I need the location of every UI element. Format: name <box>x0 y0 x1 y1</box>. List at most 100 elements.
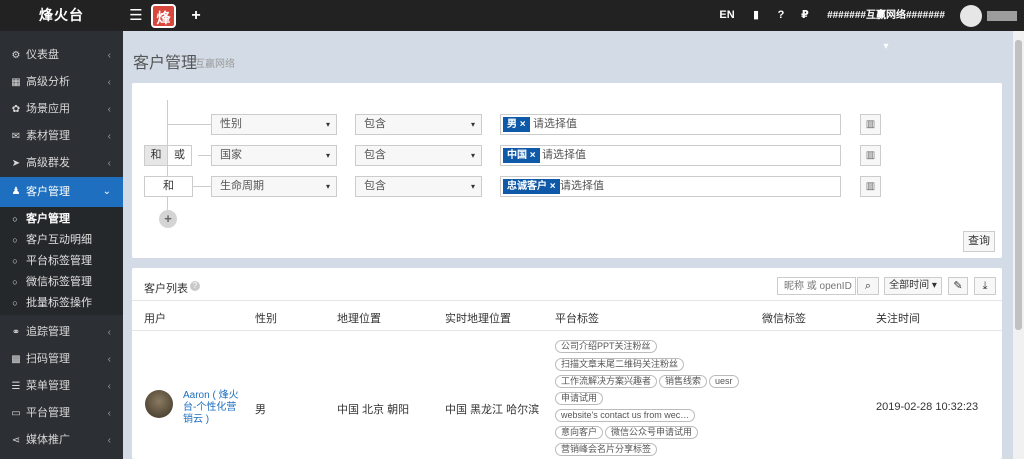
platform-tag[interactable]: 意向客户 <box>555 426 604 439</box>
field-select[interactable]: 性别 ▾ <box>211 114 337 135</box>
operator-select-value: 包含 <box>364 149 386 161</box>
sidebar-subitem-interactions[interactable]: ○ 客户互动明细 <box>0 230 123 251</box>
chevron-left-icon: ‹ <box>107 381 111 392</box>
question-icon[interactable]: ? <box>773 0 789 31</box>
sidebar-item-analytics[interactable]: ▦ 高级分析 ‹ <box>0 69 123 96</box>
platform-tag[interactable]: website's contact us from wec… <box>555 409 696 422</box>
sidebar-item-scenes[interactable]: ✿ 场景应用 ‹ <box>0 96 123 123</box>
sidebar-item-tracking[interactable]: ⚭ 追踪管理 ‹ <box>0 319 123 346</box>
trash-icon[interactable]: ▥ <box>860 145 881 166</box>
value-chip[interactable]: 中国 × <box>503 148 540 163</box>
value-chip[interactable]: 忠诚客户 × <box>503 179 560 194</box>
menu-icon[interactable]: ☰ <box>128 6 144 26</box>
platform-tag[interactable]: 公司介绍PPT关注粉丝 <box>555 340 657 353</box>
language-switch[interactable]: EN <box>716 0 738 31</box>
field-select[interactable]: 生命周期 ▾ <box>211 176 337 197</box>
sidebar-item-media[interactable]: ⋖ 媒体推广 ‹ <box>0 427 123 454</box>
value-tag-input[interactable]: 男 × 请选择值 <box>500 114 841 135</box>
ruble-icon[interactable]: ₽ <box>797 0 813 31</box>
sidebar-item-label: 高级群发 <box>26 157 70 169</box>
chevron-left-icon: ‹ <box>107 327 111 338</box>
sidebar-item-customers[interactable]: ♟ 客户管理 ⌄ <box>0 177 123 207</box>
trash-icon[interactable]: ▥ <box>860 176 881 197</box>
trash-icon[interactable]: ▥ <box>860 114 881 135</box>
sidebar-item-dashboard[interactable]: ⚙ 仪表盘 ‹ <box>0 42 123 69</box>
operator-select[interactable]: 包含 ▾ <box>355 176 482 197</box>
column-header-gender[interactable]: 性别 <box>255 310 277 326</box>
avatar-username-redacted[interactable] <box>987 11 1017 21</box>
scrollbar-thumb[interactable] <box>1015 40 1022 330</box>
platform-tag[interactable]: 申请试用 <box>555 392 604 405</box>
value-tag-input[interactable]: 忠诚客户 × 请选择值 <box>500 176 841 197</box>
column-header-geo[interactable]: 地理位置 <box>337 310 381 326</box>
column-header-platform-tags[interactable]: 平台标签 <box>555 310 599 326</box>
value-placeholder: 请选择值 <box>560 180 604 192</box>
sidebar-item-mass-send[interactable]: ➤ 高级群发 ‹ <box>0 150 123 177</box>
filter-connector-line <box>167 124 211 125</box>
chevron-left-icon: ‹ <box>107 408 111 419</box>
download-icon[interactable]: ⤓ <box>974 277 996 295</box>
user-name-link[interactable]: Aaron ( 烽火台-个性化营销云 ) <box>183 390 239 426</box>
avatar[interactable] <box>145 390 173 418</box>
platform-tag[interactable]: 营销峰会名片分享标签 <box>555 443 658 456</box>
sidebar-subitem-label: 客户管理 <box>26 213 70 225</box>
and-toggle-row3[interactable]: 和 <box>144 176 193 197</box>
page-scrollbar[interactable] <box>1013 31 1024 459</box>
time-filter-dropdown[interactable]: 全部时间 ▾ <box>884 277 942 295</box>
sidebar-subitem-batch-tags[interactable]: ○ 批量标签操作 <box>0 293 123 314</box>
top-navbar: 烽火台 ☰ 烽 + EN ▮ ? ₽ #######互赢网络####### ▾ <box>0 0 1024 52</box>
platform-tag[interactable]: 扫描文章末尾二维码关注粉丝 <box>555 358 685 371</box>
column-header-user[interactable]: 用户 <box>144 310 166 326</box>
sidebar-item-label: 仪表盘 <box>26 49 59 61</box>
search-input[interactable] <box>777 277 856 295</box>
value-chip[interactable]: 男 × <box>503 117 530 132</box>
sidebar-subitem-customers[interactable]: ○ 客户管理 <box>0 209 123 230</box>
operator-select[interactable]: 包含 ▾ <box>355 114 482 135</box>
platform-tag[interactable]: 工作流解决方案兴趣者 <box>555 375 658 388</box>
sidebar-subitem-platform-tags[interactable]: ○ 平台标签管理 <box>0 251 123 272</box>
brand-title[interactable]: 烽火台 <box>0 0 123 31</box>
avatar[interactable] <box>960 5 982 27</box>
sidebar-item-materials[interactable]: ✉ 素材管理 ‹ <box>0 123 123 150</box>
caret-down-icon: ▾ <box>470 182 475 191</box>
chevron-left-icon: ‹ <box>107 354 111 365</box>
account-dropdown[interactable]: #######互赢网络####### ▾ <box>824 0 948 52</box>
wrench-icon[interactable]: ✎ <box>948 277 968 295</box>
plus-icon[interactable]: + <box>188 6 204 26</box>
sidebar-item-label: 客户管理 <box>26 186 70 198</box>
divider <box>132 300 1002 301</box>
page-subtitle: 互赢网络 <box>195 59 235 70</box>
sidebar-item-label: 平台管理 <box>26 407 70 419</box>
column-header-follow-time[interactable]: 关注时间 <box>876 310 920 326</box>
platform-tag[interactable]: 微信公众号申请试用 <box>605 426 699 439</box>
circle-icon: ○ <box>12 214 18 224</box>
book-icon[interactable]: ▮ <box>748 0 764 31</box>
field-select-value: 性别 <box>220 118 242 130</box>
platform-tag[interactable]: uesr <box>709 375 739 388</box>
sidebar-subitem-label: 客户互动明细 <box>26 234 92 246</box>
or-toggle[interactable]: 或 <box>167 145 192 166</box>
caret-down-icon: ▾ <box>325 182 330 191</box>
circle-icon: ○ <box>12 256 18 266</box>
sidebar-item-platforms[interactable]: ▭ 平台管理 ‹ <box>0 400 123 427</box>
help-icon[interactable]: ? <box>190 281 200 291</box>
platform-tag[interactable]: 销售线索 <box>659 375 708 388</box>
value-tag-input[interactable]: 中国 × 请选择值 <box>500 145 841 166</box>
caret-down-icon: ▾ <box>325 120 330 129</box>
sidebar-item-label: 素材管理 <box>26 130 70 142</box>
column-header-wechat-tags[interactable]: 微信标签 <box>762 310 806 326</box>
field-select[interactable]: 国家 ▾ <box>211 145 337 166</box>
operator-select[interactable]: 包含 ▾ <box>355 145 482 166</box>
value-placeholder: 请选择值 <box>542 149 586 161</box>
dashboard-icon: ⚙ <box>11 50 21 61</box>
column-header-realtime-geo[interactable]: 实时地理位置 <box>445 310 511 326</box>
realtime-geo-cell: 中国 黑龙江 哈尔滨 <box>445 404 540 416</box>
add-condition-button[interactable]: + <box>159 210 177 228</box>
app-logo[interactable]: 烽 <box>151 4 176 28</box>
query-button[interactable]: 查询 <box>963 231 995 252</box>
sidebar-item-qrcode[interactable]: ▩ 扫码管理 ‹ <box>0 346 123 373</box>
and-toggle[interactable]: 和 <box>144 145 168 166</box>
sidebar-subitem-wechat-tags[interactable]: ○ 微信标签管理 <box>0 272 123 293</box>
search-icon[interactable]: ⌕ <box>857 277 879 295</box>
sidebar-item-menus[interactable]: ☰ 菜单管理 ‹ <box>0 373 123 400</box>
